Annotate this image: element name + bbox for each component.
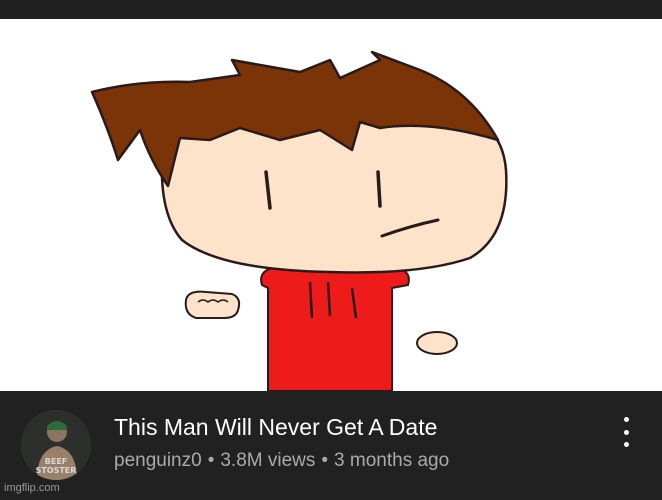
video-metadata: penguinz0 • 3.8M views • 3 months ago	[114, 449, 584, 473]
avatar-image: BEEF STOSTER	[21, 410, 91, 480]
thumbnail-drawing	[0, 19, 662, 391]
character-shirt	[260, 267, 410, 391]
upload-age: 3 months ago	[334, 450, 450, 471]
meta-separator: •	[321, 450, 329, 471]
character-right-hand	[416, 331, 458, 355]
kebab-dot	[623, 429, 629, 435]
kebab-dot	[623, 417, 629, 422]
video-title[interactable]: This Man Will Never Get A Date	[114, 413, 584, 441]
imgflip-watermark: imgflip.com	[4, 482, 60, 494]
video-info-row: BEEF STOSTER This Man Will Never Get A D…	[0, 391, 662, 500]
view-count: 3.8M views	[220, 450, 316, 471]
channel-avatar[interactable]: BEEF STOSTER	[21, 410, 91, 480]
meta-separator: •	[207, 450, 215, 471]
more-vert-icon[interactable]	[612, 417, 640, 447]
video-thumbnail[interactable]	[0, 19, 662, 391]
avatar-text-line2: STOSTER	[36, 466, 77, 475]
channel-name[interactable]: penguinz0	[114, 450, 202, 471]
kebab-dot	[623, 442, 629, 447]
top-bar	[0, 0, 662, 19]
avatar-text-line1: BEEF	[45, 457, 68, 466]
character-left-fist	[184, 290, 241, 319]
